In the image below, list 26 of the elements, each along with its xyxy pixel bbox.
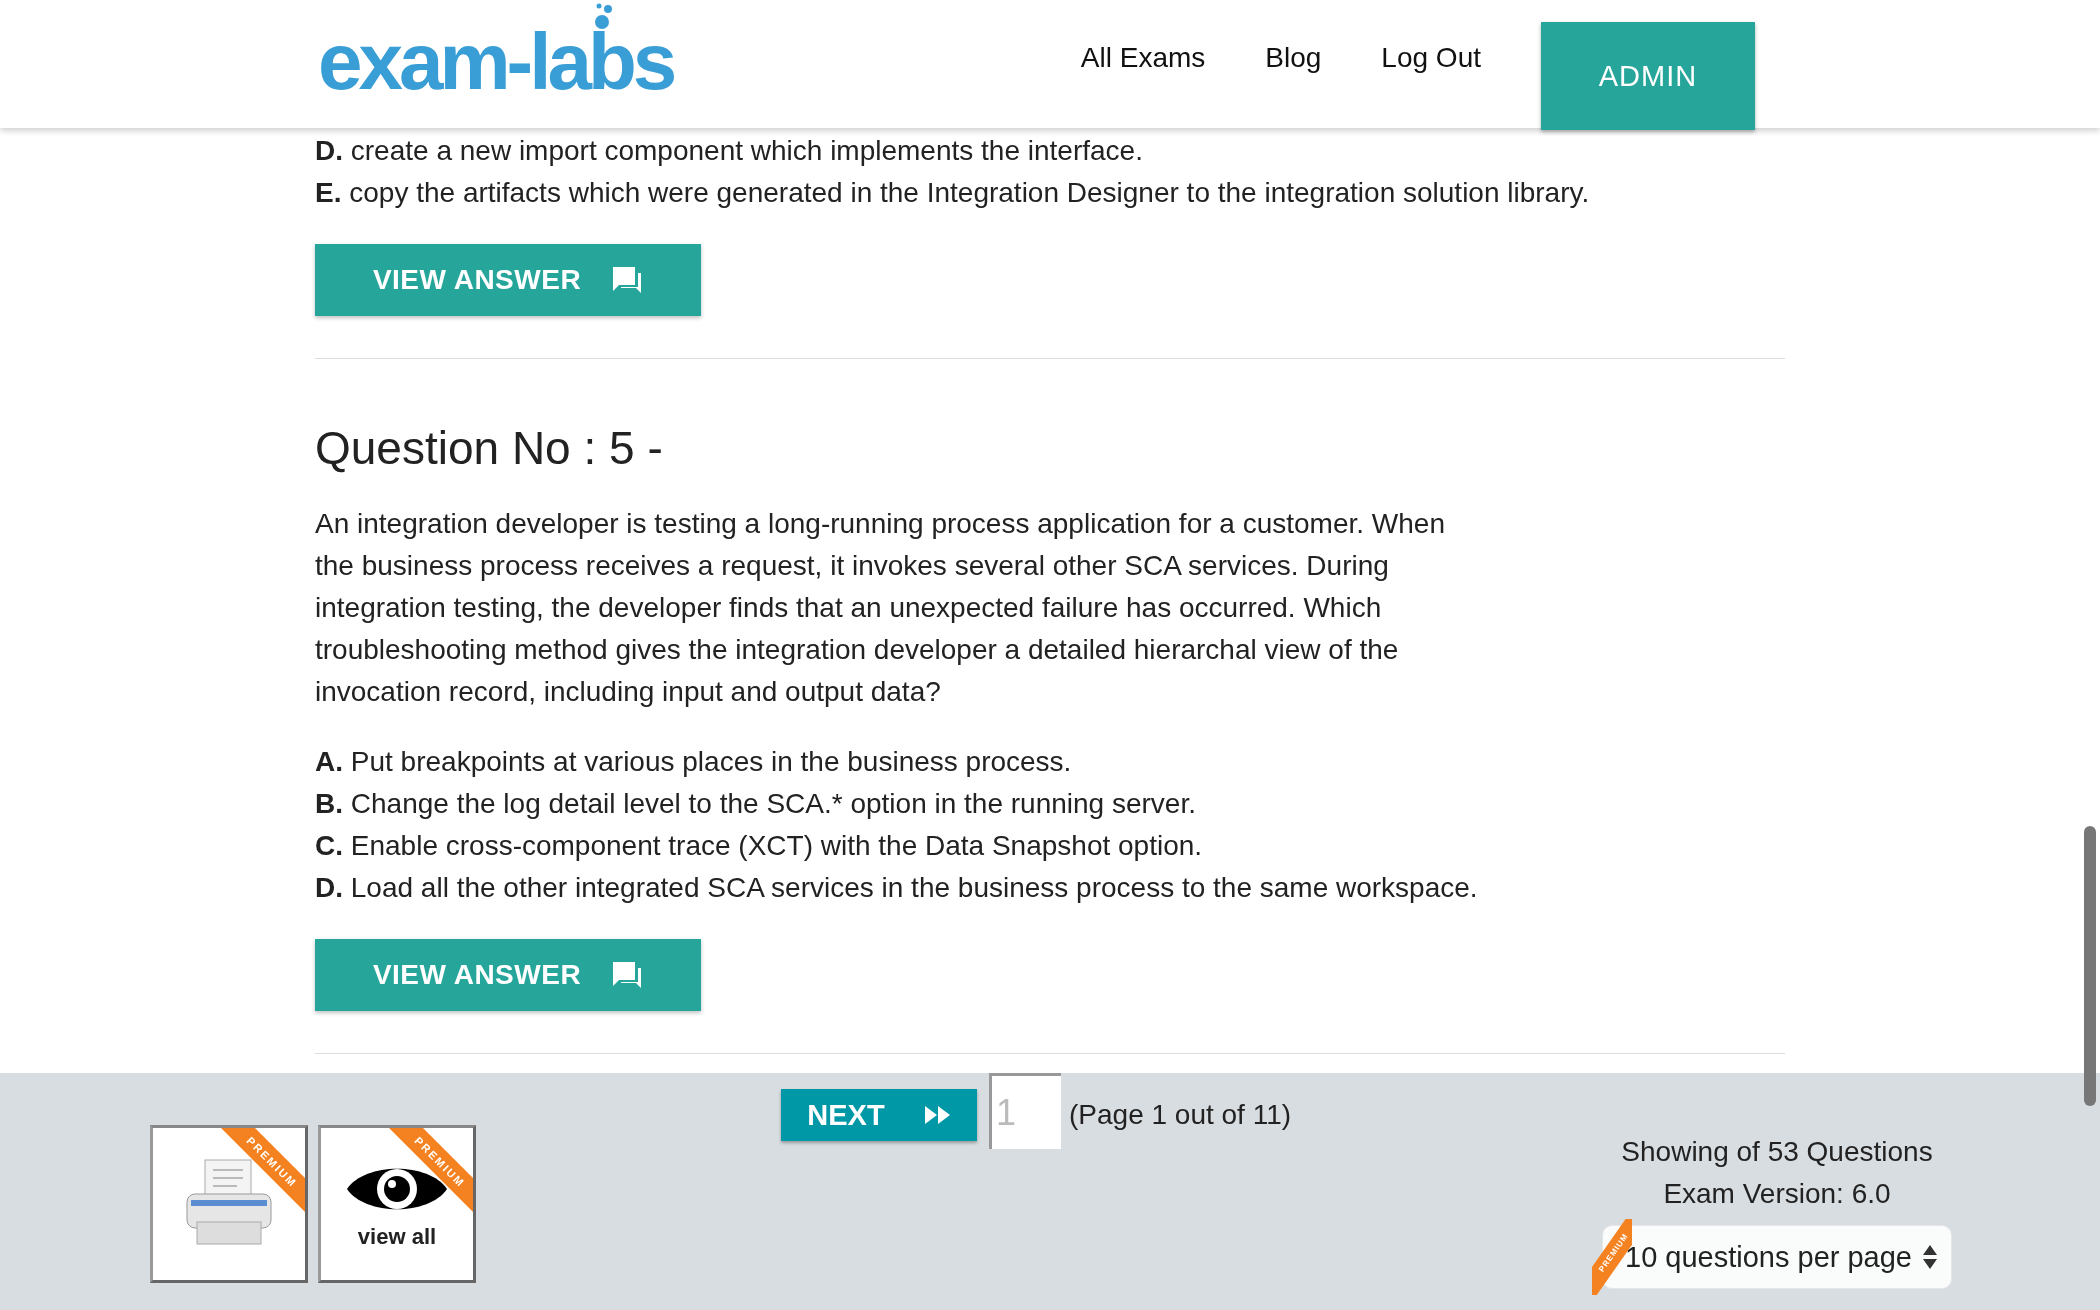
- answer-option: A. Put breakpoints at various places in the business process.: [315, 741, 1785, 783]
- answer-option: E. copy the artifacts which were generated in the Integration Designer to the integration solution library.: [315, 172, 1785, 214]
- fast-forward-icon: [924, 1106, 951, 1124]
- question-title: Question No : 5 -: [315, 421, 664, 475]
- sort-arrows-icon: [1923, 1245, 1937, 1269]
- chat-icon: [611, 960, 644, 990]
- nav-link[interactable]: Log Out: [1381, 42, 1481, 74]
- question-count: Showing of 53 Questions: [1621, 1135, 1933, 1169]
- logo[interactable]: exam-labs: [318, 22, 674, 102]
- chat-icon: [611, 265, 644, 295]
- admin-button[interactable]: ADMIN: [1541, 22, 1755, 130]
- page-number-field[interactable]: 1: [989, 1073, 1061, 1149]
- next-button[interactable]: NEXT: [781, 1089, 977, 1141]
- question-text: An integration developer is testing a long-running process application for a customer. When the business process receives a request, it invokes several other SCA services. During integration testing, the developer finds that an unexpected failure has occurred. Which troubleshooting method gives the integration developer a detailed hierarchal view of the invocation record, including input and output data?: [315, 507, 1446, 709]
- answer-option: C. Enable cross-component trace (XCT) with the Data Snapshot option.: [315, 825, 1785, 867]
- nav-link[interactable]: All Exams: [1080, 42, 1206, 74]
- exam-version: Exam Version: 6.0: [1663, 1177, 1891, 1211]
- answer-option: D. Load all the other integrated SCA services in the business process to the same workspace.: [315, 867, 1785, 909]
- tile-label: view all: [357, 1224, 437, 1250]
- scrollbar-thumb[interactable]: [2084, 826, 2096, 1106]
- nav-link[interactable]: Blog: [1265, 42, 1322, 74]
- answer-option: B. Change the log detail level to the SCA.* option in the running server.: [315, 783, 1785, 825]
- answer-option: D. create a new import component which implements the interface.: [315, 130, 1785, 172]
- view-answer-button[interactable]: VIEW ANSWER: [315, 939, 701, 1011]
- page-info: (Page 1 out of 11): [1069, 1099, 1292, 1131]
- view-answer-button[interactable]: VIEW ANSWER: [315, 244, 701, 316]
